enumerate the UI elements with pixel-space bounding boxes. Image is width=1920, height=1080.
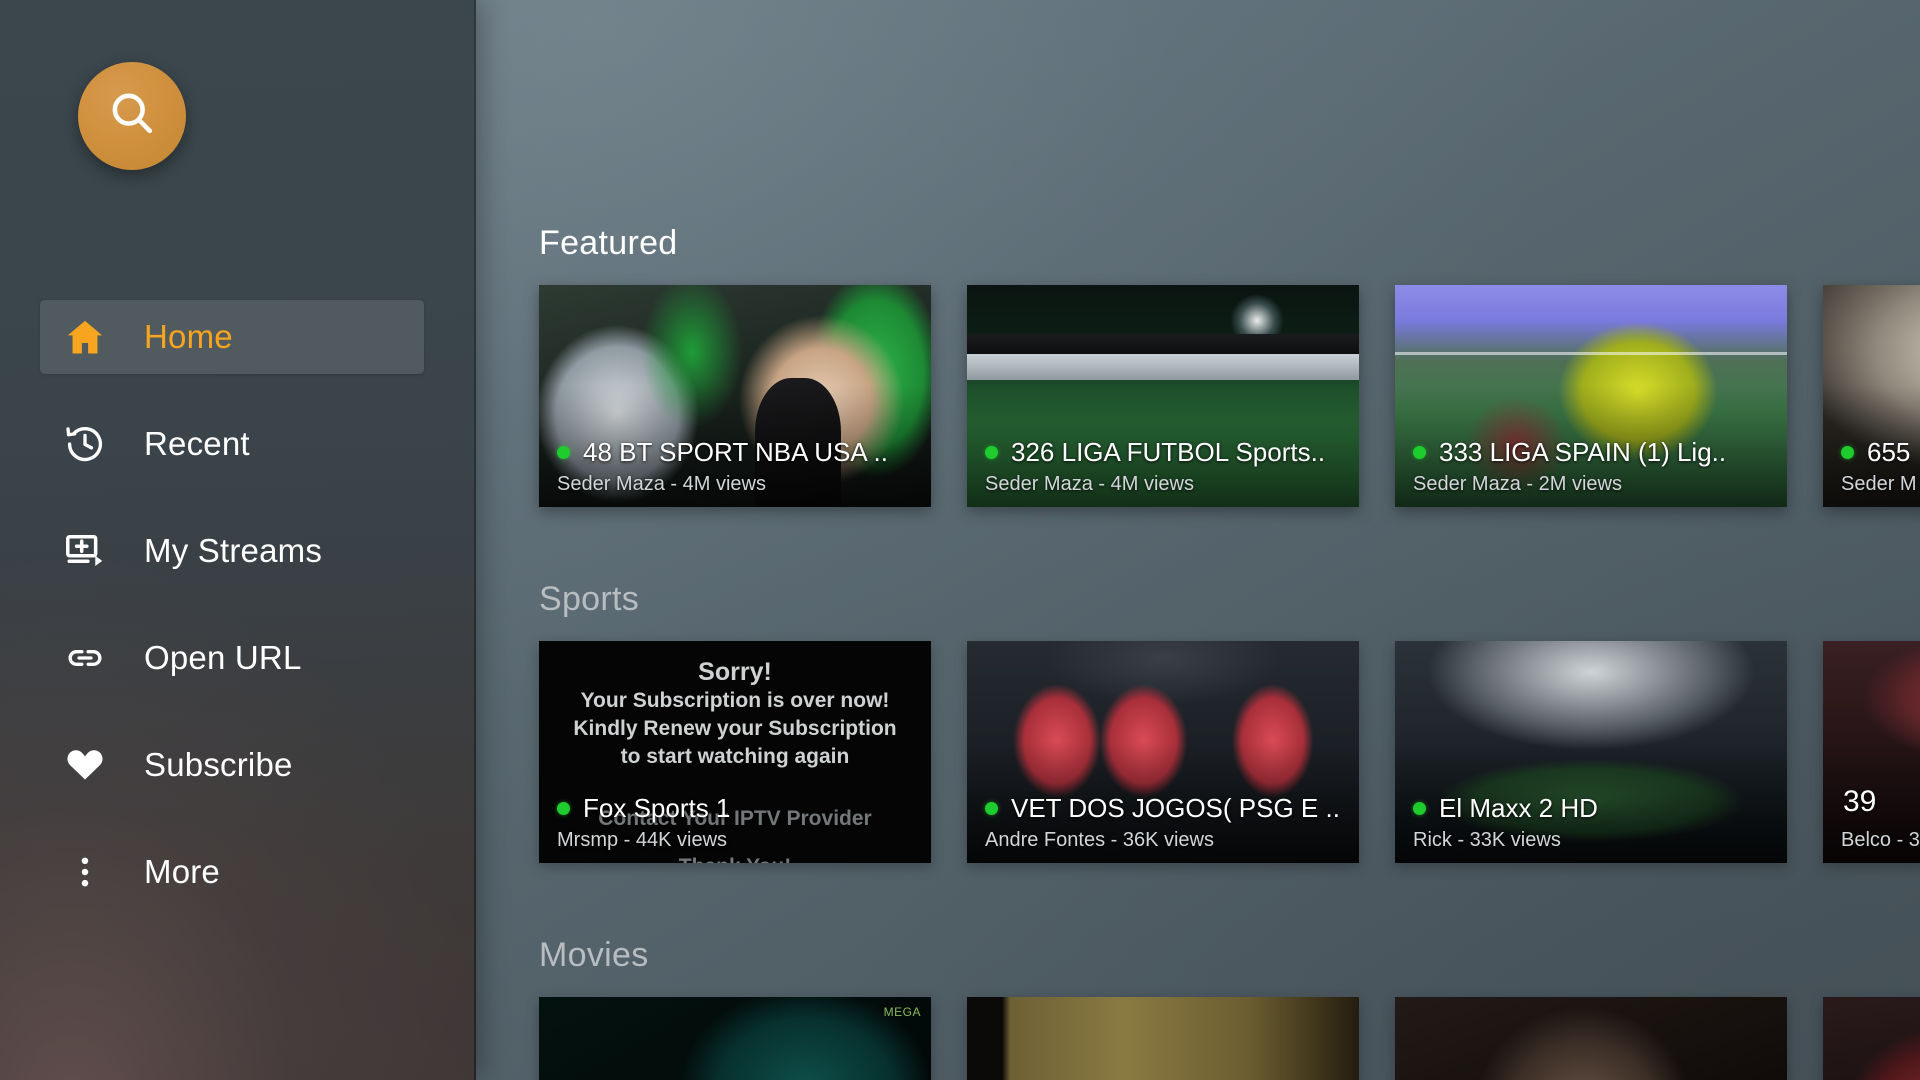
sidebar-item-label: Home <box>144 318 233 355</box>
card-title: 326 LIGA FUTBOL Sports.. <box>1011 437 1326 467</box>
card-title: El Maxx 2 HD <box>1439 793 1598 823</box>
thumbnail-image <box>967 997 1359 1080</box>
card-title: VET DOS JOGOS( PSG E .. <box>1011 793 1340 823</box>
card-meta: 326 LIGA FUTBOL Sports.. Seder Maza - 4M… <box>967 437 1359 496</box>
card-subtitle: Mrsmp - 44K views <box>557 829 728 851</box>
video-card[interactable]: Sorry! Your Subscription is over now! Ki… <box>539 641 931 863</box>
video-card[interactable]: 326 LIGA FUTBOL Sports.. Seder Maza - 4M… <box>967 285 1359 507</box>
notice-line-1: Your Subscription is over now! <box>580 689 890 712</box>
video-card[interactable]: VET DOS JOGOS( PSG E .. Andre Fontes - 3… <box>967 641 1359 863</box>
link-icon <box>62 635 108 681</box>
section-featured: Featured 48 BT SPORT NBA USA .. Seder Ma… <box>476 224 1920 507</box>
sidebar-item-label: My Streams <box>144 532 323 569</box>
card-title: 333 LIGA SPAIN (1) Lig.. <box>1439 437 1727 467</box>
sidebar-item-open-url[interactable]: Open URL <box>40 621 424 695</box>
notice-line-2: Kindly Renew your Subscription <box>573 717 897 740</box>
live-indicator-dot <box>985 446 998 459</box>
featured-rail[interactable]: 48 BT SPORT NBA USA .. Seder Maza - 4M v… <box>539 285 1920 507</box>
section-title: Movies <box>539 936 649 974</box>
mega-badge: MEGA <box>883 1005 921 1019</box>
card-subtitle: Andre Fontes - 36K views <box>985 829 1214 851</box>
video-card[interactable] <box>967 997 1359 1080</box>
card-meta: 655 Seder M <box>1823 437 1920 496</box>
sidebar-item-label: Recent <box>144 425 250 462</box>
video-card[interactable]: 48 BT SPORT NBA USA .. Seder Maza - 4M v… <box>539 285 931 507</box>
search-icon <box>106 88 158 145</box>
history-icon <box>62 421 108 467</box>
section-movies: Movies MEGA CINEMAX <box>476 936 1920 1080</box>
notice-heading: Sorry! <box>698 658 772 686</box>
card-meta: 48 BT SPORT NBA USA .. Seder Maza - 4M v… <box>539 437 931 496</box>
sidebar-item-my-streams[interactable]: My Streams <box>40 514 424 588</box>
card-title: 48 BT SPORT NBA USA .. <box>583 437 888 467</box>
sidebar-item-more[interactable]: More <box>40 835 424 909</box>
card-meta: Belco - 3 <box>1823 824 1920 852</box>
card-subtitle: Seder Maza - 4M views <box>985 473 1194 495</box>
notice-thanks: Thank You! <box>679 855 791 863</box>
card-meta: 333 LIGA SPAIN (1) Lig.. Seder Maza - 2M… <box>1395 437 1787 496</box>
video-card[interactable]: 39 Belco - 3 <box>1823 641 1920 863</box>
sidebar-menu-list: Home Recent My Streams Open URL Subscrib… <box>0 300 476 909</box>
thumbnail-image <box>1395 997 1787 1080</box>
card-meta: Fox Sports 1 Mrsmp - 44K views <box>539 793 931 852</box>
section-sports: Sports Sorry! Your Subscription is over … <box>476 580 1920 863</box>
section-title: Featured <box>539 224 678 262</box>
live-indicator-dot <box>985 802 998 815</box>
sports-rail[interactable]: Sorry! Your Subscription is over now! Ki… <box>539 641 1920 863</box>
sidebar-item-recent[interactable]: Recent <box>40 407 424 481</box>
live-indicator-dot <box>557 802 570 815</box>
video-card[interactable]: MEGA <box>539 997 931 1080</box>
content-area: Featured 48 BT SPORT NBA USA .. Seder Ma… <box>476 0 1920 1080</box>
thumbnail-image <box>539 997 931 1080</box>
add-to-queue-icon <box>62 528 108 574</box>
thumbnail-image <box>1823 997 1920 1080</box>
more-vert-icon <box>62 849 108 895</box>
card-subtitle: Seder Maza - 2M views <box>1413 473 1622 495</box>
home-icon <box>62 314 108 360</box>
card-title: Fox Sports 1 <box>583 793 731 823</box>
live-indicator-dot <box>1413 802 1426 815</box>
notice-line-3: to start watching again <box>620 745 850 768</box>
card-meta: VET DOS JOGOS( PSG E .. Andre Fontes - 3… <box>967 793 1359 852</box>
card-channel-number: 39 <box>1843 785 1877 818</box>
card-meta: El Maxx 2 HD Rick - 33K views <box>1395 793 1787 852</box>
heart-icon <box>62 742 108 788</box>
sidebar-navigation: Home Recent My Streams Open URL Subscrib… <box>0 0 476 1080</box>
sidebar-item-label: Open URL <box>144 639 302 676</box>
card-title: 655 <box>1867 437 1911 467</box>
card-subtitle: Seder Maza - 4M views <box>557 473 766 495</box>
card-subtitle: Rick - 33K views <box>1413 829 1561 851</box>
card-subtitle: Belco - 3 <box>1841 829 1920 851</box>
movies-rail[interactable]: MEGA CINEMAX <box>539 997 1920 1080</box>
section-title: Sports <box>539 580 640 618</box>
sidebar-item-subscribe[interactable]: Subscribe <box>40 728 424 802</box>
sidebar-item-home[interactable]: Home <box>40 300 424 374</box>
video-card[interactable]: CINEMAX <box>1823 997 1920 1080</box>
video-card[interactable]: El Maxx 2 HD Rick - 33K views <box>1395 641 1787 863</box>
sidebar-item-label: Subscribe <box>144 746 293 783</box>
search-button[interactable] <box>78 62 186 170</box>
live-indicator-dot <box>1413 446 1426 459</box>
video-card[interactable]: 333 LIGA SPAIN (1) Lig.. Seder Maza - 2M… <box>1395 285 1787 507</box>
tv-home-screen: Home Recent My Streams Open URL Subscrib… <box>0 0 1920 1080</box>
card-subtitle: Seder M <box>1841 473 1917 495</box>
video-card[interactable] <box>1395 997 1787 1080</box>
sidebar-item-label: More <box>144 853 220 890</box>
video-card[interactable]: 655 Seder M <box>1823 285 1920 507</box>
live-indicator-dot <box>557 446 570 459</box>
live-indicator-dot <box>1841 446 1854 459</box>
